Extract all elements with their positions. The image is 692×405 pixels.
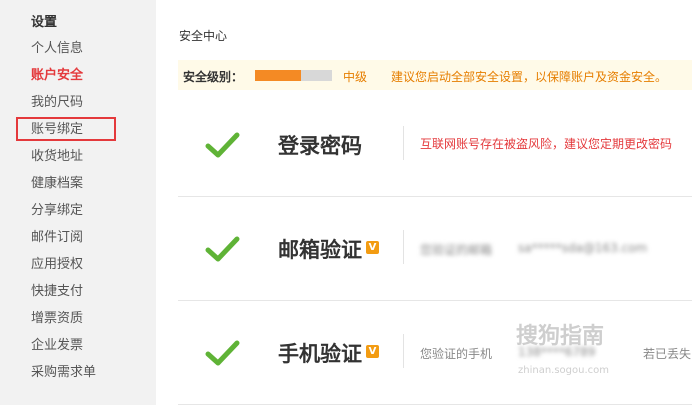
security-item-title: 登录密码 [278, 134, 362, 158]
sidebar-item-quick-pay[interactable]: 快捷支付 [31, 282, 83, 302]
sidebar-item-email-subscription[interactable]: 邮件订阅 [31, 228, 83, 248]
security-item-email-verification: 邮箱验证 V 您验证的邮箱 sa*****sda@163.com [178, 196, 692, 301]
sidebar-item-personal-info[interactable]: 个人信息 [31, 39, 83, 59]
watermark-url: zhinan.sogou.com [518, 365, 610, 376]
security-level-bar: 安全级别： 中级 建议您启动全部安全设置，以保障账户及资金安全。 [178, 60, 692, 90]
masked-email: sa*****sda@163.com [518, 241, 648, 255]
security-level-value: 中级 [343, 70, 368, 84]
main-panel: 安全中心 安全级别： 中级 建议您启动全部安全设置，以保障账户及资金安全。 登录… [156, 0, 692, 405]
security-item-description: 您验证的手机 [420, 347, 493, 361]
page-title: 安全中心 [179, 29, 228, 43]
verified-badge-icon: V [366, 241, 379, 254]
sidebar-item-account-binding[interactable]: 账号绑定 [31, 120, 83, 140]
security-level-progress [255, 70, 332, 81]
sidebar-item-account-security[interactable]: 账户安全 [31, 66, 83, 86]
divider [403, 334, 404, 368]
security-item-title: 邮箱验证 [278, 238, 362, 262]
security-item-description: 互联网账号存在被盗风险，建议您定期更改密码 [420, 137, 673, 151]
sidebar-item-purchase-request[interactable]: 采购需求单 [31, 363, 96, 383]
sidebar-item-vat-invoice[interactable]: 增票资质 [31, 309, 83, 329]
sidebar-item-health-record[interactable]: 健康档案 [31, 174, 83, 194]
sidebar-item-share-binding[interactable]: 分享绑定 [31, 201, 83, 221]
security-level-label: 安全级别： [183, 70, 244, 84]
check-icon [205, 340, 240, 366]
sidebar-item-shipping-address[interactable]: 收货地址 [31, 147, 83, 167]
check-icon [205, 132, 240, 158]
sidebar: 设置 个人信息 账户安全 我的尺码 账号绑定 收货地址 健康档案 分享绑定 邮件… [0, 0, 156, 405]
sidebar-title: 设置 [31, 15, 58, 30]
security-item-phone-verification: 手机验证 V 您验证的手机 138****6789 若已丢失 [178, 300, 692, 405]
security-level-advice: 建议您启动全部安全设置，以保障账户及资金安全。 [391, 70, 668, 84]
security-item-login-password: 登录密码 互联网账号存在被盗风险，建议您定期更改密码 [178, 92, 692, 197]
sidebar-item-company-invoice[interactable]: 企业发票 [31, 336, 83, 356]
divider [403, 126, 404, 160]
watermark: 搜狗指南 [516, 324, 605, 349]
check-icon [205, 236, 240, 262]
divider [403, 230, 404, 264]
verified-badge-icon: V [366, 345, 379, 358]
security-item-title: 手机验证 [278, 342, 362, 366]
security-item-description: 您验证的邮箱 [420, 243, 493, 257]
sidebar-item-app-authorization[interactable]: 应用授权 [31, 255, 83, 275]
sidebar-item-my-size[interactable]: 我的尺码 [31, 93, 83, 113]
security-item-description-suffix: 若已丢失 [643, 347, 692, 361]
security-level-progress-fill [255, 70, 302, 81]
